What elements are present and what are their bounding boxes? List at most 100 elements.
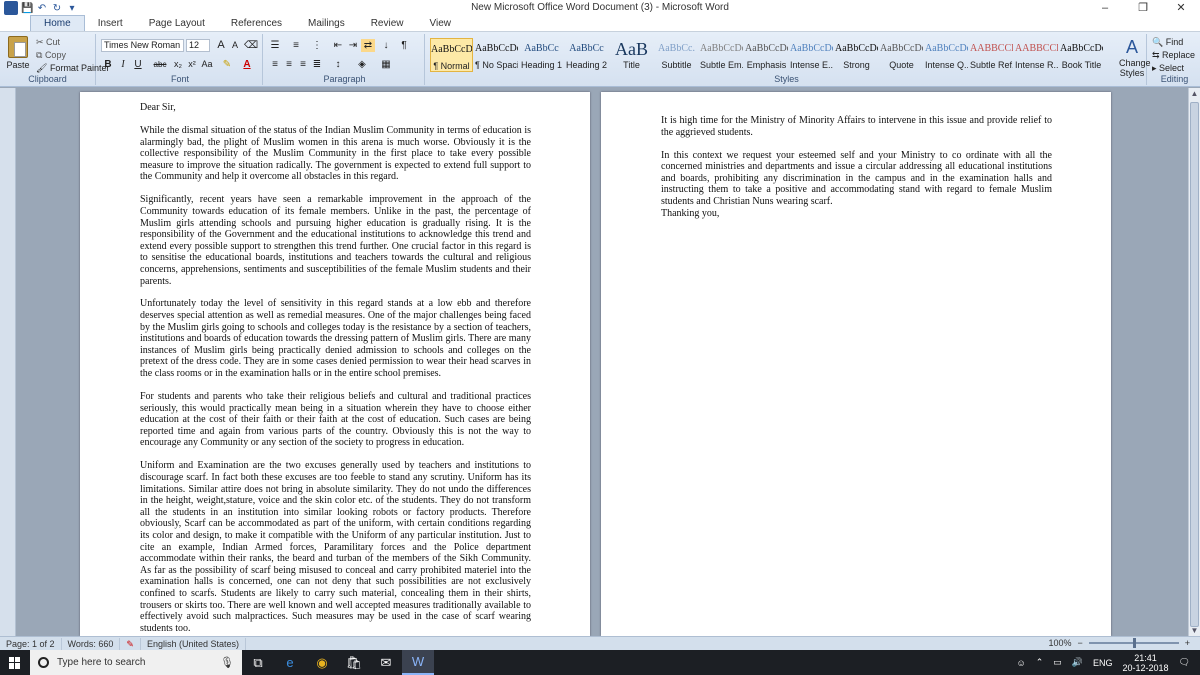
- store-icon[interactable]: 🛍: [338, 650, 370, 675]
- copy-button[interactable]: ⧉ Copy: [36, 50, 66, 61]
- italic-button[interactable]: I: [116, 58, 130, 71]
- style-item[interactable]: AaBbCc Heading 1: [520, 38, 563, 72]
- select-button[interactable]: ▸ Select: [1152, 63, 1184, 74]
- clock[interactable]: 21:41 20-12-2018: [1123, 653, 1169, 673]
- style-item[interactable]: AaBbCcDc ¶ No Spaci...: [475, 38, 518, 72]
- people-icon[interactable]: ☺: [1017, 658, 1026, 668]
- grow-font-icon[interactable]: A: [214, 39, 228, 52]
- align-left-icon[interactable]: ≡: [268, 58, 282, 71]
- zoom-out-icon[interactable]: −: [1077, 638, 1082, 648]
- font-size-combo[interactable]: 12: [186, 39, 210, 52]
- zoom-in-icon[interactable]: +: [1185, 638, 1190, 648]
- maximize-button[interactable]: ❐: [1124, 0, 1162, 16]
- multilevel-list-icon[interactable]: ⋮: [310, 39, 324, 52]
- microphone-icon[interactable]: 🎙: [220, 656, 234, 669]
- shading-icon[interactable]: ◈: [355, 58, 369, 71]
- replace-button[interactable]: ⇆ Replace: [1152, 50, 1195, 61]
- sort-icon[interactable]: ↓: [379, 39, 393, 52]
- page-count[interactable]: Page: 1 of 2: [0, 637, 62, 650]
- style-item[interactable]: AaBbCcDd Quote: [880, 38, 923, 72]
- justify-icon[interactable]: ≣: [310, 58, 324, 71]
- network-icon[interactable]: ▭: [1053, 657, 1062, 668]
- style-item[interactable]: AaBbCcDc Strong: [835, 38, 878, 72]
- word-count[interactable]: Words: 660: [62, 637, 121, 650]
- change-case-button[interactable]: Aa: [200, 58, 214, 71]
- change-styles-button[interactable]: A Change Styles: [1119, 36, 1151, 78]
- bullets-icon[interactable]: ☰: [268, 39, 282, 52]
- document-paragraph[interactable]: Unfortunately today the level of sensiti…: [140, 298, 531, 379]
- page-1[interactable]: Dear Sir, While the dismal situation of t…: [80, 92, 590, 636]
- style-item[interactable]: AaBbCc. Subtitle: [655, 38, 698, 72]
- show-marks-button[interactable]: ¶: [397, 39, 411, 52]
- style-item[interactable]: AaBbCcDd Emphasis: [745, 38, 788, 72]
- borders-icon[interactable]: ▦: [379, 58, 393, 71]
- tab-page-layout[interactable]: Page Layout: [136, 16, 218, 31]
- scrollbar-thumb[interactable]: [1190, 102, 1199, 627]
- edge-icon[interactable]: e: [274, 650, 306, 675]
- rtl-icon[interactable]: ⇄: [361, 39, 375, 52]
- word-taskbar-icon[interactable]: W: [402, 650, 434, 675]
- increase-indent-icon[interactable]: ⇥: [346, 39, 360, 52]
- style-item[interactable]: AaBbCcDd Intense Q...: [925, 38, 968, 72]
- show-hidden-icon[interactable]: ⌃: [1036, 657, 1044, 668]
- line-spacing-icon[interactable]: ↕: [331, 58, 345, 71]
- bold-button[interactable]: B: [101, 58, 115, 71]
- paste-button[interactable]: Paste: [4, 36, 32, 70]
- font-color-icon[interactable]: A: [240, 58, 254, 71]
- tab-home[interactable]: Home: [30, 15, 85, 31]
- document-paragraph[interactable]: Uniform and Examination are the two excu…: [140, 460, 531, 634]
- highlight-icon[interactable]: ✎: [220, 58, 234, 71]
- clear-formatting-icon[interactable]: ⌫: [244, 39, 258, 52]
- subscript-button[interactable]: x₂: [171, 58, 185, 71]
- align-right-icon[interactable]: ≡: [296, 58, 310, 71]
- tab-insert[interactable]: Insert: [85, 16, 136, 31]
- document-paragraph[interactable]: In this context we request your esteemed…: [661, 150, 1052, 208]
- document-paragraph[interactable]: While the dismal situation of the status…: [140, 125, 531, 183]
- notifications-icon[interactable]: 🗨: [1179, 657, 1190, 668]
- vertical-scrollbar[interactable]: ▲ ▼: [1188, 88, 1200, 636]
- shrink-font-icon[interactable]: A: [228, 39, 242, 52]
- page-2-text[interactable]: It is high time for the Ministry of Mino…: [661, 115, 1052, 231]
- mail-icon[interactable]: ✉: [370, 650, 402, 675]
- start-button[interactable]: [0, 650, 30, 675]
- style-item[interactable]: AaBbCcDd Subtle Em...: [700, 38, 743, 72]
- align-center-icon[interactable]: ≡: [282, 58, 296, 71]
- find-button[interactable]: 🔍 Find: [1152, 37, 1183, 48]
- page-1-text[interactable]: Dear Sir, While the dismal situation of t…: [140, 102, 531, 646]
- volume-icon[interactable]: 🔊: [1072, 657, 1083, 668]
- cut-button[interactable]: ✂ Cut: [36, 37, 60, 48]
- style-item[interactable]: AaB Title: [610, 38, 653, 72]
- scroll-down-icon[interactable]: ▼: [1189, 626, 1200, 635]
- style-item[interactable]: AaBbCcDc ¶ Normal: [430, 38, 473, 72]
- page-2[interactable]: It is high time for the Ministry of Mino…: [601, 92, 1111, 636]
- style-item[interactable]: AaBbCc Heading 2: [565, 38, 608, 72]
- proofing-icon[interactable]: ✎: [120, 637, 141, 650]
- document-paragraph[interactable]: For students and parents who take their …: [140, 391, 531, 449]
- tab-mailings[interactable]: Mailings: [295, 16, 358, 31]
- tab-review[interactable]: Review: [358, 16, 417, 31]
- zoom-slider[interactable]: [1088, 638, 1179, 648]
- document-paragraph[interactable]: It is high time for the Ministry of Mino…: [661, 115, 1052, 138]
- tab-view[interactable]: View: [417, 16, 465, 31]
- tab-references[interactable]: References: [218, 16, 295, 31]
- document-paragraph[interactable]: Dear Sir,: [140, 102, 531, 114]
- zoom-level[interactable]: 100%: [1048, 638, 1071, 648]
- style-item[interactable]: AABBCCDE Subtle Ref...: [970, 38, 1013, 72]
- close-button[interactable]: ✕: [1162, 0, 1200, 16]
- superscript-button[interactable]: x²: [185, 58, 199, 71]
- numbering-icon[interactable]: ≡: [289, 39, 303, 52]
- document-paragraph[interactable]: Significantly, recent years have seen a …: [140, 194, 531, 287]
- style-item[interactable]: AABBCCDE Intense R...: [1015, 38, 1058, 72]
- document-paragraph[interactable]: Thanking you,: [661, 208, 1052, 220]
- decrease-indent-icon[interactable]: ⇤: [331, 39, 345, 52]
- chrome-icon[interactable]: ◉: [306, 650, 338, 675]
- task-view-icon[interactable]: ⧉: [242, 650, 274, 675]
- language-indicator[interactable]: English (United States): [141, 637, 246, 650]
- language-tray[interactable]: ENG: [1093, 658, 1113, 668]
- style-item[interactable]: AaBbCcDd Intense E...: [790, 38, 833, 72]
- underline-button[interactable]: U: [131, 58, 145, 71]
- minimize-button[interactable]: –: [1086, 0, 1124, 16]
- taskbar-search[interactable]: Type here to search 🎙: [30, 650, 242, 675]
- font-name-combo[interactable]: Times New Roman (Hea: [101, 39, 184, 52]
- strikethrough-button[interactable]: abc: [150, 58, 170, 71]
